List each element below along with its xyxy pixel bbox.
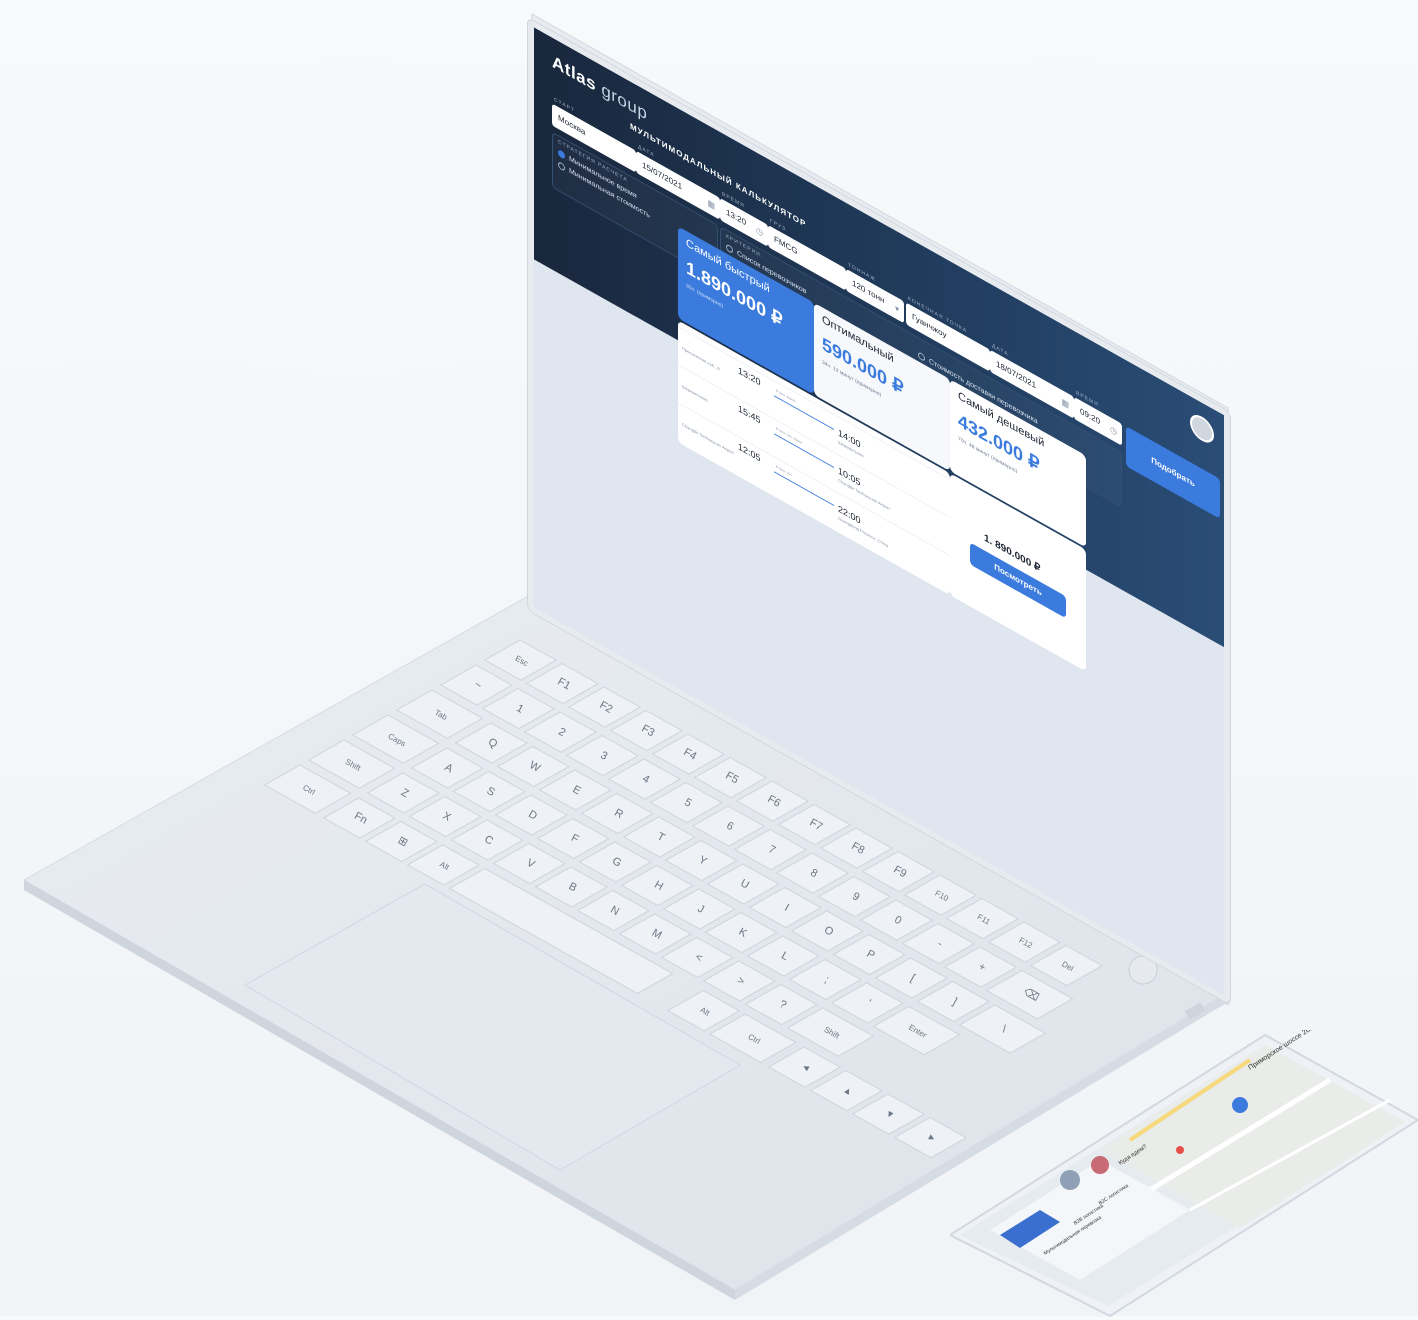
chevron-down-icon: ▾: [894, 303, 899, 315]
location-marker-icon: [1232, 1097, 1248, 1113]
departure-time: 13:20: [738, 365, 761, 388]
calendar-icon[interactable]: ▦: [707, 196, 715, 214]
clock-icon[interactable]: ◷: [1110, 422, 1117, 440]
departure-place: Пресненская наб., 8: [682, 345, 720, 372]
smartphone: Приморское шоссе 261 Куда едем? B2C логи…: [950, 1030, 1418, 1318]
arrival-place: Guangdong Province, China: [838, 515, 889, 549]
departure-time: 12:05: [738, 441, 761, 464]
clock-icon[interactable]: ◷: [756, 223, 763, 241]
departure-time: 15:45: [738, 403, 761, 426]
calendar-icon[interactable]: ▦: [1061, 395, 1069, 413]
avatar[interactable]: [1190, 410, 1214, 448]
departure-place: Шереметьево: [682, 383, 708, 403]
